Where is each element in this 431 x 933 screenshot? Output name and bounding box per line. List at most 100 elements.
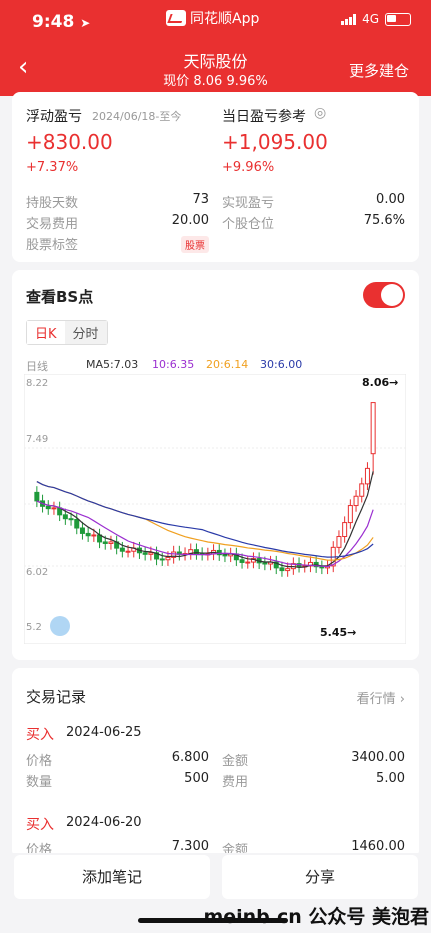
trade-date: 2024-06-25 bbox=[66, 725, 142, 740]
candle-body bbox=[370, 402, 376, 455]
candle-body bbox=[279, 567, 285, 572]
float-pl-date: 2024/06/18-至今 bbox=[92, 110, 182, 123]
candle-body bbox=[347, 505, 353, 524]
bottom-action-bar: 添加笔记 分享 meinb.cn 公众号 美泡君 bbox=[0, 853, 431, 933]
app-logo-icon bbox=[166, 10, 186, 26]
price-label: 价格 bbox=[26, 754, 53, 769]
legend-ma5: MA5:7.03 bbox=[86, 358, 139, 371]
trade-date: 2024-06-20 bbox=[66, 815, 142, 830]
trade-fee-value: 5.00 bbox=[376, 771, 405, 786]
legend-ma10: 10:6.35 bbox=[152, 358, 195, 371]
trade-type: 买入 bbox=[26, 727, 54, 743]
day-pl-label: 当日盈亏参考 bbox=[222, 109, 306, 125]
max-price-label: 8.06→ bbox=[362, 376, 398, 389]
candle-body bbox=[342, 522, 348, 538]
candle-body bbox=[222, 554, 228, 557]
tab-intraday[interactable]: 分时 bbox=[64, 321, 107, 344]
y-tick-label: 6.02 bbox=[26, 567, 48, 578]
bs-card: 查看BS点 日K 分时 日线 MA5:7.03 10:6.35 20:6.14 … bbox=[12, 270, 419, 660]
bs-toggle[interactable] bbox=[363, 282, 405, 308]
trade-type: 买入 bbox=[26, 817, 54, 833]
candle-body bbox=[336, 536, 342, 548]
fee-label: 交易费用 bbox=[26, 217, 79, 232]
amount-value: 3400.00 bbox=[351, 750, 405, 765]
candle-body bbox=[68, 518, 74, 521]
candle-body bbox=[45, 505, 51, 510]
day-pl-pct: +9.96% bbox=[222, 160, 275, 175]
app-badge[interactable]: 同花顺App bbox=[166, 8, 259, 28]
qty-label: 数量 bbox=[26, 775, 53, 790]
candle-body bbox=[353, 495, 359, 507]
candle-body bbox=[51, 507, 57, 510]
watermark-text: meinb.cn 公众号 美泡君 bbox=[203, 906, 429, 928]
chevron-right-icon: › bbox=[399, 692, 405, 707]
tab-daily-k[interactable]: 日K bbox=[27, 321, 65, 344]
scroll-handle-dot bbox=[50, 616, 70, 636]
float-pl-label: 浮动盈亏 bbox=[26, 109, 82, 125]
battery-icon bbox=[385, 12, 411, 26]
position-label: 个股仓位 bbox=[222, 217, 275, 232]
trade-fee-label: 费用 bbox=[222, 775, 249, 790]
amount-value: 1460.00 bbox=[351, 839, 405, 854]
candle-body bbox=[34, 491, 40, 502]
network-label: 4G bbox=[362, 12, 379, 26]
y-tick-label: 5.2 bbox=[26, 622, 42, 633]
legend-ma20: 20:6.14 bbox=[206, 358, 249, 371]
candle-body bbox=[91, 534, 97, 537]
candle-body bbox=[102, 541, 108, 544]
bs-title: 查看BS点 bbox=[26, 288, 94, 306]
amount-label: 金额 bbox=[222, 754, 249, 769]
price-value: 6.800 bbox=[171, 750, 209, 765]
legend-daily: 日线 bbox=[26, 360, 48, 373]
add-note-button[interactable]: 添加笔记 bbox=[14, 855, 210, 899]
share-button[interactable]: 分享 bbox=[222, 855, 418, 899]
realized-value: 0.00 bbox=[376, 192, 405, 207]
app-name: 同花顺App bbox=[190, 11, 260, 27]
candle-body bbox=[245, 561, 251, 564]
candle-body bbox=[165, 556, 171, 561]
min-price-label: 5.45→ bbox=[320, 626, 356, 639]
day-pl-value: +1,095.00 bbox=[222, 130, 328, 154]
candle-body bbox=[62, 514, 68, 520]
stock-tag-label: 股票标签 bbox=[26, 238, 79, 253]
candle-body bbox=[285, 568, 291, 572]
trades-title: 交易记录 bbox=[26, 688, 87, 706]
legend-ma30: 30:6.00 bbox=[260, 358, 303, 371]
qty-value: 500 bbox=[184, 771, 209, 786]
eye-icon[interactable]: ◎ bbox=[314, 105, 326, 121]
y-tick-label: 7.49 bbox=[26, 434, 48, 445]
candle-body bbox=[119, 547, 125, 552]
status-indicators: 4G bbox=[341, 12, 411, 26]
realized-label: 实现盈亏 bbox=[222, 196, 275, 211]
candle-body bbox=[125, 550, 131, 553]
candle-body bbox=[159, 558, 165, 561]
more-build-button[interactable]: 更多建仓 bbox=[349, 60, 409, 81]
candle-body bbox=[85, 532, 91, 537]
float-pl-pct: +7.37% bbox=[26, 160, 79, 175]
view-market-link[interactable]: 看行情 › bbox=[357, 688, 405, 707]
candlestick-chart[interactable]: 8.22 7.49 6.02 5.2 8.06→ 5.45→ bbox=[24, 374, 406, 644]
candle-body bbox=[79, 527, 85, 534]
chart-tabs: 日K 分时 bbox=[26, 320, 108, 345]
app-header: 9:48 ➤ 同花顺App 4G ‹ 天际股份 现价 8.06 9.96% 更多… bbox=[0, 0, 431, 96]
candle-body bbox=[142, 552, 148, 555]
y-tick-label: 8.22 bbox=[26, 378, 48, 389]
hold-days-label: 持股天数 bbox=[26, 196, 79, 211]
price-value: 7.300 bbox=[171, 839, 209, 854]
fee-value: 20.00 bbox=[171, 213, 209, 228]
summary-card: 浮动盈亏 2024/06/18-至今 +830.00 +7.37% 当日盈亏参考… bbox=[12, 92, 419, 262]
signal-icon bbox=[341, 13, 357, 25]
candle-body bbox=[359, 483, 365, 497]
candle-body bbox=[262, 562, 268, 565]
stock-tag-badge: 股票 bbox=[181, 236, 209, 253]
candle-body bbox=[364, 467, 370, 485]
candle-body bbox=[108, 541, 114, 544]
location-icon: ➤ bbox=[80, 16, 91, 30]
candle-body bbox=[74, 518, 80, 529]
hold-days-value: 73 bbox=[192, 192, 209, 207]
candle-body bbox=[239, 559, 245, 563]
float-pl-value: +830.00 bbox=[26, 130, 113, 154]
position-value: 75.6% bbox=[363, 213, 405, 228]
trades-card: 交易记录 看行情 › 买入 2024-06-25 价格 6.800 金额 340… bbox=[12, 668, 419, 858]
candle-body bbox=[148, 552, 154, 555]
